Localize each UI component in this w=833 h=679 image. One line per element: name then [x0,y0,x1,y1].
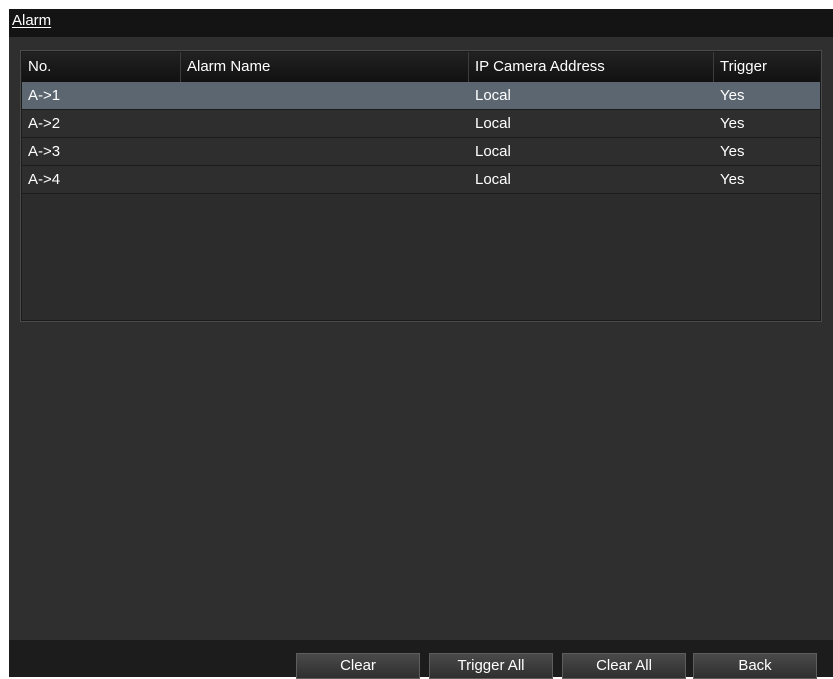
cell-alarm-name [181,138,469,165]
column-header-no[interactable]: No. [22,52,181,82]
table-row[interactable]: A->3 Local Yes [22,138,820,166]
column-header-alarm-name[interactable]: Alarm Name [181,52,469,82]
cell-no: A->3 [28,143,61,160]
cell-no: A->4 [28,171,61,188]
clear-button[interactable]: Clear [296,653,420,679]
column-header-ip-camera-address[interactable]: IP Camera Address [469,52,714,82]
alarm-window: Alarm No. Alarm Name IP Camera Address T… [9,9,833,679]
table-row[interactable]: A->1 Local Yes [22,82,820,110]
cell-trigger: Yes [720,171,745,188]
trigger-all-button[interactable]: Trigger All [429,653,553,679]
cell-alarm-name [181,82,469,109]
cell-ip-camera-address: Local [475,143,511,160]
button-bar: Clear Trigger All Clear All Back [9,640,833,679]
cell-ip-camera-address: Local [475,171,511,188]
title-bar: Alarm [9,9,833,37]
table-row[interactable]: A->2 Local Yes [22,110,820,138]
cell-no: A->2 [28,115,61,132]
table-body: A->1 Local Yes A->2 Local Yes A->3 Local… [22,82,820,194]
table-header: No. Alarm Name IP Camera Address Trigger [22,52,820,82]
clear-all-button[interactable]: Clear All [562,653,686,679]
window-title: Alarm [12,12,52,29]
back-button[interactable]: Back [693,653,817,679]
cell-ip-camera-address: Local [475,87,511,104]
cell-trigger: Yes [720,143,745,160]
cell-trigger: Yes [720,115,745,132]
cell-trigger: Yes [720,87,745,104]
alarm-table: No. Alarm Name IP Camera Address Trigger… [20,50,822,322]
cell-alarm-name [181,166,469,193]
column-header-trigger[interactable]: Trigger [714,52,820,82]
cell-alarm-name [181,110,469,137]
cell-ip-camera-address: Local [475,115,511,132]
cell-no: A->1 [28,87,61,104]
table-row[interactable]: A->4 Local Yes [22,166,820,194]
